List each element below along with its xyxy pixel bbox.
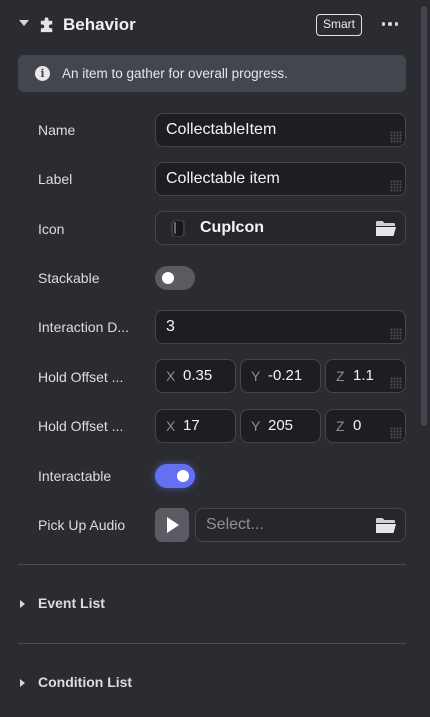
smart-badge: Smart <box>316 14 363 36</box>
hold-offset-position-x[interactable]: X 0.35 <box>155 359 236 393</box>
section-title: Behavior <box>63 15 136 34</box>
axis-z-label: Z <box>336 368 345 384</box>
hold-offset-rotation-y[interactable]: Y 205 <box>240 409 321 443</box>
interaction-distance-value: 3 <box>166 318 175 335</box>
resize-grip <box>390 377 402 389</box>
interactable-label: Interactable <box>38 468 112 484</box>
hold-offset-rotation-label: Hold Offset ... <box>38 418 124 434</box>
hold-offset-rotation-y-value: 205 <box>268 417 294 434</box>
hold-offset-position-y[interactable]: Y -0.21 <box>240 359 321 393</box>
icon-label: Icon <box>38 221 65 237</box>
hold-offset-position-z[interactable]: Z 1.1 <box>325 359 406 393</box>
condition-list-section[interactable]: Condition List <box>0 669 418 699</box>
toggle-knob <box>162 272 174 284</box>
label-value: Collectable item <box>166 170 280 187</box>
label-label: Label <box>38 171 73 187</box>
hold-offset-position-x-value: 0.35 <box>183 367 213 384</box>
hold-offset-rotation-z-value: 0 <box>353 417 362 434</box>
folder-icon[interactable] <box>375 220 397 237</box>
name-value: CollectableItem <box>166 121 277 138</box>
pick-up-audio-label: Pick Up Audio <box>38 517 126 533</box>
interactable-toggle[interactable] <box>155 464 195 488</box>
scrollbar-thumb[interactable] <box>421 6 427 426</box>
axis-y-label: Y <box>251 368 261 384</box>
name-field[interactable]: CollectableItem <box>155 113 406 147</box>
toggle-knob <box>177 470 189 482</box>
play-audio-button[interactable] <box>155 508 189 542</box>
event-list-section[interactable]: Event List <box>0 590 418 620</box>
behavior-panel: Behavior Smart i An item to gather for o… <box>0 0 418 717</box>
hold-offset-position-z-value: 1.1 <box>353 367 374 384</box>
name-label: Name <box>38 122 76 138</box>
resize-grip <box>390 180 402 192</box>
cup-icon <box>171 220 185 237</box>
play-icon <box>167 517 179 533</box>
hold-offset-rotation-x-value: 17 <box>183 417 200 434</box>
interaction-distance-label: Interaction D... <box>38 319 130 335</box>
more-options-icon[interactable] <box>378 12 402 36</box>
label-field[interactable]: Collectable item <box>155 162 406 196</box>
event-list-label: Event List <box>38 595 105 611</box>
expand-caret-icon[interactable] <box>20 600 25 608</box>
expand-caret-icon[interactable] <box>20 679 25 687</box>
info-text: An item to gather for overall progress. <box>62 66 288 81</box>
audio-picker[interactable]: Select... <box>195 508 406 542</box>
axis-z-label: Z <box>336 418 345 434</box>
divider <box>18 643 406 644</box>
axis-x-label: X <box>166 418 176 434</box>
puzzle-icon <box>40 17 53 33</box>
axis-y-label: Y <box>251 418 261 434</box>
stackable-toggle[interactable] <box>155 266 195 290</box>
collapse-caret-icon[interactable] <box>19 20 29 26</box>
resize-grip <box>390 328 402 340</box>
folder-icon[interactable] <box>375 517 397 534</box>
behavior-header[interactable]: Behavior Smart <box>0 0 418 52</box>
hold-offset-position-y-value: -0.21 <box>268 367 303 384</box>
hold-offset-rotation-x[interactable]: X 17 <box>155 409 236 443</box>
stackable-label: Stackable <box>38 270 100 286</box>
condition-list-label: Condition List <box>38 674 133 690</box>
divider <box>18 564 406 565</box>
axis-x-label: X <box>166 368 176 384</box>
interaction-distance-field[interactable]: 3 <box>155 310 406 344</box>
resize-grip <box>390 131 402 143</box>
resize-grip <box>390 427 402 439</box>
icon-picker[interactable]: CupIcon <box>155 211 406 245</box>
info-icon: i <box>35 66 50 81</box>
audio-placeholder: Select... <box>206 516 264 533</box>
info-banner: i An item to gather for overall progress… <box>18 55 406 92</box>
icon-value: CupIcon <box>200 219 264 236</box>
hold-offset-position-label: Hold Offset ... <box>38 369 124 385</box>
hold-offset-rotation-z[interactable]: Z 0 <box>325 409 406 443</box>
